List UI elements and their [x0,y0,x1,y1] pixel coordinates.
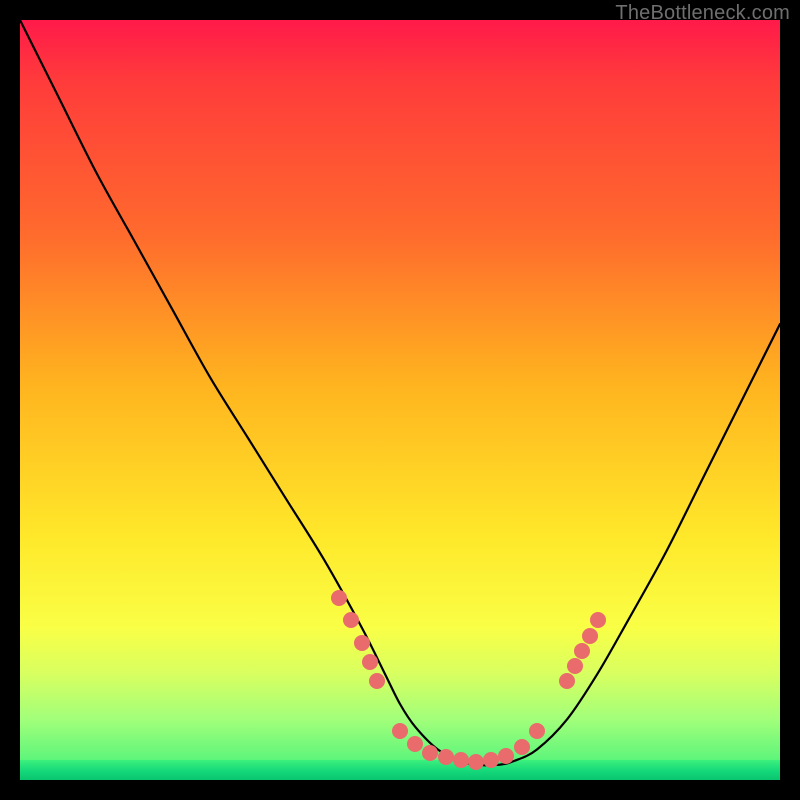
marker-dot [514,739,530,755]
marker-dot [343,612,359,628]
marker-dot [498,748,514,764]
chart-stage: TheBottleneck.com [0,0,800,800]
marker-dot [438,749,454,765]
marker-dot [574,643,590,659]
marker-dot [392,723,408,739]
marker-dot [369,673,385,689]
marker-dot [590,612,606,628]
marker-dot [354,635,370,651]
marker-dot [529,723,545,739]
marker-dot [483,752,499,768]
marker-dot [362,654,378,670]
marker-dot [407,736,423,752]
marker-dot [567,658,583,674]
marker-dot [422,745,438,761]
marker-dot [331,590,347,606]
marker-layer [20,20,780,780]
marker-dot [559,673,575,689]
marker-dot [468,754,484,770]
plot-area [20,20,780,780]
marker-dot [582,628,598,644]
marker-dot [453,752,469,768]
